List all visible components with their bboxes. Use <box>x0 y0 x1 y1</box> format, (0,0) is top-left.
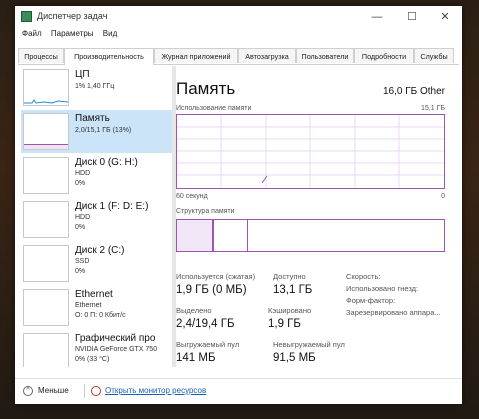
memory-composition-bar <box>176 219 445 252</box>
info-slots-label: Использовано гнезд: <box>346 284 419 293</box>
sidebar-item-usage: 0% (33 °C) <box>75 356 110 363</box>
menu-file[interactable]: Файл <box>22 29 42 38</box>
sidebar-item-disk-1[interactable]: Диск 1 (F: D: E:) HDD 0% <box>21 198 172 241</box>
sidebar-item-title: Ethernet <box>75 289 113 300</box>
tab-strip: Процессы Производительность Журнал прило… <box>18 48 459 65</box>
composition-free <box>248 220 444 251</box>
disk-1-thumbnail-graph <box>23 201 69 238</box>
page-title: Память <box>176 79 236 98</box>
stat-available-label: Доступно <box>273 272 306 281</box>
fewer-details-button[interactable]: Меньше <box>38 386 69 395</box>
title-bar: Диспетчер задач — ☐ ✕ <box>15 6 462 28</box>
sidebar-item-adapter: Ethernet <box>75 302 102 309</box>
gpu-thumbnail-graph <box>23 333 69 367</box>
memory-usage-graph <box>176 114 445 189</box>
stat-paged-pool-value: 141 МБ <box>176 352 216 364</box>
sidebar-item-title: Диск 1 (F: D: E:) <box>75 201 149 212</box>
disk-0-thumbnail-graph <box>23 157 69 194</box>
stat-in-use-label: Используется (сжатая) <box>176 272 256 281</box>
sidebar-item-memory[interactable]: Память 2,0/15,1 ГБ (13%) <box>21 110 172 153</box>
stat-available-value: 13,1 ГБ <box>273 284 313 296</box>
close-button[interactable]: ✕ <box>428 6 462 28</box>
sidebar-item-usage: 0% <box>75 268 86 275</box>
info-speed-label: Скорость: <box>346 272 381 281</box>
tab-app-history[interactable]: Журнал приложений <box>154 48 238 63</box>
sidebar-item-cpu[interactable]: ЦП 1% 1,40 ГГц <box>21 66 172 109</box>
sidebar-item-usage: 0% <box>75 180 86 187</box>
stat-committed-value: 2,4/19,4 ГБ <box>176 318 235 330</box>
time-axis-left: 60 секунд <box>176 193 208 200</box>
info-hardware-reserved-label: Зарезервировано аппара... <box>346 308 441 317</box>
sidebar-item-usage: 0% <box>75 224 86 231</box>
maximize-button[interactable]: ☐ <box>395 6 429 28</box>
usage-graph-max: 15,1 ГБ <box>421 105 445 112</box>
tab-performance[interactable]: Производительность <box>64 48 154 65</box>
composition-standby <box>214 220 248 251</box>
stat-cached-label: Кэшировано <box>268 306 312 315</box>
sidebar-item-title: Графический про <box>75 333 156 344</box>
task-manager-icon <box>21 11 32 22</box>
sidebar-item-detail: 1% 1,40 ГГц <box>75 83 115 90</box>
time-axis-right: 0 <box>441 193 445 200</box>
tab-processes[interactable]: Процессы <box>18 48 64 63</box>
sidebar-item-title: Диск 2 (C:) <box>75 245 125 256</box>
tab-services[interactable]: Службы <box>414 48 454 63</box>
stat-non-paged-pool-label: Невыгружаемый пул <box>273 340 345 349</box>
menu-view[interactable]: Вид <box>103 29 117 38</box>
sidebar-item-ethernet[interactable]: Ethernet Ethernet О: 0 П: 0 Кбит/с <box>21 286 172 329</box>
stat-cached-value: 1,9 ГБ <box>268 318 301 330</box>
window-title: Диспетчер задач <box>37 11 108 21</box>
composition-in-use <box>177 220 213 251</box>
info-form-factor-label: Форм-фактор: <box>346 296 396 305</box>
stat-in-use-value: 1,9 ГБ (0 МБ) <box>176 284 247 296</box>
minimize-button[interactable]: — <box>360 6 394 28</box>
usage-graph-label: Использование памяти <box>176 105 252 112</box>
sidebar-item-type: SSD <box>75 258 90 265</box>
footer-divider <box>84 384 85 398</box>
ethernet-thumbnail-graph <box>23 289 69 326</box>
sidebar-item-gpu[interactable]: Графический про NVIDIA GeForce GTX 750 0… <box>21 330 172 367</box>
disk-2-thumbnail-graph <box>23 245 69 282</box>
sidebar-item-title: ЦП <box>75 69 90 80</box>
memory-detail-panel: Память 16,0 ГБ Other Использование памят… <box>176 66 459 367</box>
tab-users[interactable]: Пользователи <box>296 48 354 63</box>
sidebar-item-type: HDD <box>75 214 91 221</box>
memory-thumbnail-graph <box>23 113 69 150</box>
memory-total: 16,0 ГБ Other <box>382 86 445 97</box>
sidebar-item-title: Диск 0 (G: H:) <box>75 157 138 168</box>
cpu-thumbnail-graph <box>23 69 69 106</box>
task-manager-window: Диспетчер задач — ☐ ✕ Файл Параметры Вид… <box>15 6 462 404</box>
sidebar-item-disk-0[interactable]: Диск 0 (G: H:) HDD 0% <box>21 154 172 197</box>
performance-sidebar: ЦП 1% 1,40 ГГц Память 2,0/15,1 ГБ (13%) … <box>19 66 172 367</box>
stat-non-paged-pool-value: 91,5 МБ <box>273 352 316 364</box>
open-resource-monitor-link[interactable]: Открыть монитор ресурсов <box>105 386 206 395</box>
sidebar-item-throughput: О: 0 П: 0 Кбит/с <box>75 312 126 319</box>
menu-options[interactable]: Параметры <box>51 29 94 38</box>
chevron-up-icon[interactable]: ^ <box>23 386 33 396</box>
sidebar-item-detail: 2,0/15,1 ГБ (13%) <box>75 127 132 134</box>
footer-bar: ^ Меньше Открыть монитор ресурсов <box>15 378 462 404</box>
tab-details[interactable]: Подробности <box>354 48 414 63</box>
sidebar-item-type: HDD <box>75 170 91 177</box>
tab-startup[interactable]: Автозагрузка <box>238 48 296 63</box>
composition-label: Структура памяти <box>176 208 235 215</box>
sidebar-item-model: NVIDIA GeForce GTX 750 <box>75 346 158 353</box>
resource-monitor-icon[interactable] <box>91 386 101 396</box>
menu-bar: Файл Параметры Вид <box>15 29 117 43</box>
sidebar-item-title: Память <box>75 113 110 124</box>
stat-paged-pool-label: Выгружаемый пул <box>176 340 240 349</box>
sidebar-item-disk-2[interactable]: Диск 2 (C:) SSD 0% <box>21 242 172 285</box>
stat-committed-label: Выделено <box>176 306 212 315</box>
usage-graph-grid <box>177 115 444 188</box>
